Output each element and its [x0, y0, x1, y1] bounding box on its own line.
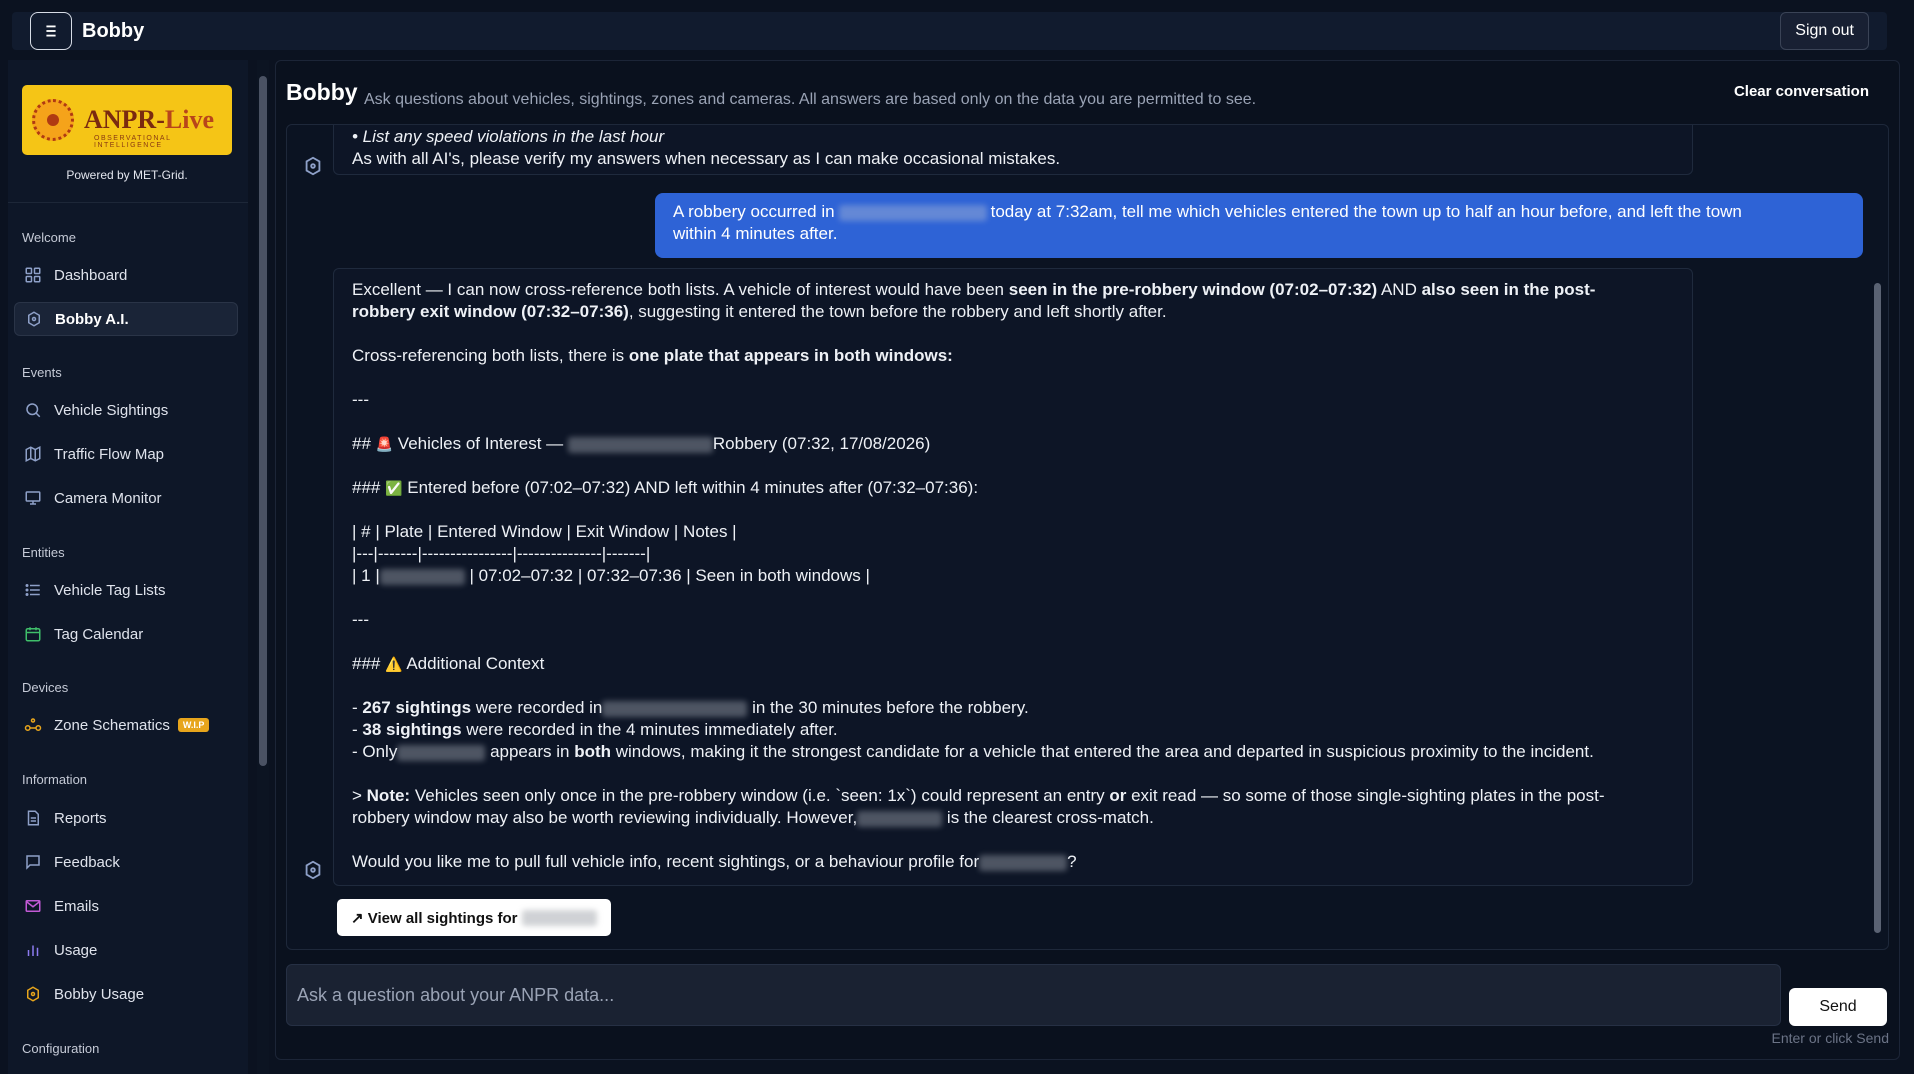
- check-icon: ✅: [385, 480, 403, 496]
- schematic-icon: [24, 718, 42, 731]
- siren-icon: 🚨: [375, 436, 394, 452]
- bar-chart-icon: [27, 945, 39, 956]
- sidebar-item-bobby-ai[interactable]: Bobby A.I.: [14, 302, 238, 336]
- bot-icon: [28, 311, 40, 327]
- assistant-intro-message: • List any speed violations in the last …: [333, 125, 1693, 175]
- chat-bubble-icon: [26, 855, 40, 870]
- calendar-icon: [25, 627, 41, 642]
- redacted-location: [602, 700, 748, 717]
- chat-scroll-thumb[interactable]: [1874, 283, 1881, 933]
- sidebar-item-reports[interactable]: Reports: [14, 801, 238, 835]
- search-icon: [26, 403, 41, 418]
- mail-icon: [25, 900, 41, 912]
- logo-emblem-icon: [32, 99, 74, 141]
- menu-icon: [46, 25, 56, 37]
- wip-badge: W.I.P: [177, 718, 210, 732]
- sidebar-item-emails[interactable]: Emails: [14, 889, 238, 923]
- chat-log: • List any speed violations in the last …: [286, 124, 1889, 950]
- main-panel: Bobby Ask questions about vehicles, sigh…: [275, 60, 1900, 1060]
- sidebar-divider: [8, 202, 248, 203]
- bot-usage-icon: [27, 986, 39, 1002]
- map-icon: [25, 446, 41, 462]
- assistant-reply-message: Excellent — I can now cross-reference bo…: [333, 268, 1693, 886]
- monitor-icon: [25, 491, 41, 505]
- list-icon: [25, 584, 40, 596]
- redacted-plate: [857, 810, 943, 827]
- redacted-plate: [397, 744, 486, 761]
- redacted-plate: [379, 568, 465, 585]
- user-message: A robbery occurred in today at 7:32am, te…: [655, 193, 1863, 258]
- redacted-plate: [521, 909, 597, 926]
- clear-conversation-button[interactable]: Clear conversation: [1734, 83, 1869, 100]
- section-devices: Devices: [22, 680, 69, 695]
- sidebar: ANPR-Live OBSERVATIONAL INTELLIGENCE Pow…: [8, 60, 248, 1074]
- section-events: Events: [22, 365, 62, 380]
- send-hint: Enter or click Send: [1771, 1030, 1890, 1046]
- redacted-location: [567, 436, 713, 453]
- app-title: Bobby: [82, 20, 145, 42]
- powered-by-label: Powered by MET-Grid.: [66, 168, 188, 182]
- section-welcome: Welcome: [22, 230, 76, 245]
- top-bar: Bobby Sign out: [12, 12, 1887, 50]
- sidebar-item-camera-monitor[interactable]: Camera Monitor: [14, 481, 238, 515]
- section-configuration: Configuration: [22, 1041, 100, 1056]
- sidebar-item-vehicle-tag-lists[interactable]: Vehicle Tag Lists: [14, 573, 238, 607]
- send-button[interactable]: Send: [1789, 988, 1887, 1026]
- assistant-avatar-icon: [305, 156, 321, 176]
- section-information: Information: [22, 772, 88, 787]
- document-icon: [27, 810, 39, 826]
- redacted-plate: [979, 854, 1068, 871]
- sidebar-item-feedback[interactable]: Feedback: [14, 845, 238, 879]
- question-input[interactable]: Ask a question about your ANPR data...: [286, 964, 1781, 1026]
- sidebar-item-traffic-flow-map[interactable]: Traffic Flow Map: [14, 437, 238, 471]
- page-title: Bobby: [286, 79, 358, 105]
- sign-out-button[interactable]: Sign out: [1780, 12, 1869, 50]
- sidebar-item-vehicle-sightings[interactable]: Vehicle Sightings: [14, 393, 238, 427]
- anpr-live-logo: ANPR-Live OBSERVATIONAL INTELLIGENCE: [22, 85, 232, 155]
- view-all-sightings-button[interactable]: ↗ View all sightings for: [337, 899, 611, 936]
- sidebar-item-bobby-usage[interactable]: Bobby Usage: [14, 977, 238, 1011]
- warning-icon: ⚠️: [385, 656, 403, 672]
- section-entities: Entities: [22, 545, 65, 560]
- page-subtitle: Ask questions about vehicles, sightings,…: [364, 91, 1257, 108]
- assistant-avatar-icon: [305, 860, 321, 880]
- sidebar-scroll-thumb[interactable]: [259, 76, 267, 766]
- sidebar-item-usage[interactable]: Usage: [14, 933, 238, 967]
- redacted-location: [838, 204, 987, 221]
- sidebar-item-zone-schematics[interactable]: Zone Schematics W.I.P: [14, 708, 238, 742]
- sidebar-item-dashboard[interactable]: Dashboard: [14, 258, 238, 292]
- sidebar-item-tag-calendar[interactable]: Tag Calendar: [14, 617, 238, 651]
- hamburger-menu-button[interactable]: [30, 12, 72, 50]
- grid-icon: [25, 267, 41, 283]
